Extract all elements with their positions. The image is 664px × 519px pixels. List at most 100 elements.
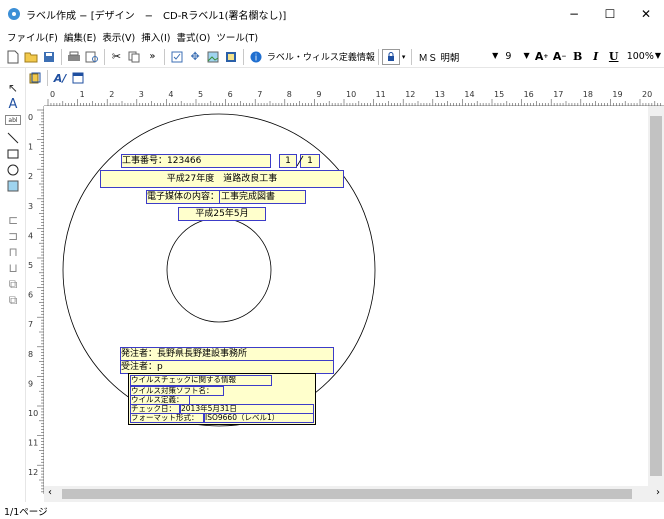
picture-icon[interactable] bbox=[222, 48, 240, 66]
secondary-toolbar: A/ bbox=[26, 68, 87, 88]
line-tool-icon[interactable] bbox=[5, 130, 21, 146]
minimize-button[interactable]: − bbox=[556, 0, 592, 28]
image-tool-icon[interactable] bbox=[5, 178, 21, 194]
ruler-label: 11 bbox=[28, 439, 38, 448]
contractor-field[interactable]: 受注者：p bbox=[120, 360, 334, 374]
ruler-label: 9 bbox=[316, 90, 321, 99]
vertical-scroll-thumb[interactable] bbox=[650, 116, 662, 476]
vertical-scrollbar[interactable] bbox=[648, 106, 664, 486]
align-right-icon[interactable]: ⊐ bbox=[5, 228, 21, 244]
close-button[interactable]: ✕ bbox=[628, 0, 664, 28]
ruler-label: 11 bbox=[376, 90, 386, 99]
orderer-field[interactable]: 発注者：長野県長野建設事務所 bbox=[120, 347, 334, 361]
menu-format[interactable]: 書式(O) bbox=[173, 30, 213, 44]
window-icon[interactable] bbox=[69, 69, 87, 87]
save-icon[interactable] bbox=[40, 48, 58, 66]
ruler-label: 2 bbox=[28, 172, 33, 181]
align-top-icon[interactable]: ⊓ bbox=[5, 244, 21, 260]
format-label-cell[interactable]: フォーマット形式： bbox=[130, 413, 204, 423]
status-bar: 1/1ページ bbox=[0, 502, 664, 519]
project-name-field[interactable]: 平成27年度 道路改良工事 bbox=[100, 170, 344, 188]
underline-button[interactable]: U bbox=[605, 48, 623, 66]
menu-file[interactable]: ファイル(F) bbox=[4, 30, 61, 44]
horizontal-scroll-thumb[interactable] bbox=[62, 489, 632, 499]
scroll-right-icon[interactable]: › bbox=[656, 487, 660, 498]
cut-icon[interactable]: ✂ bbox=[107, 48, 125, 66]
maximize-button[interactable]: ☐ bbox=[592, 0, 628, 28]
ruler-label: 13 bbox=[435, 90, 445, 99]
menu-view[interactable]: 表示(V) bbox=[99, 30, 138, 44]
ruler-label: 18 bbox=[583, 90, 593, 99]
image-icon[interactable] bbox=[204, 48, 222, 66]
italic-button[interactable]: I bbox=[587, 48, 605, 66]
toolbar-separator bbox=[410, 48, 412, 65]
new-file-icon[interactable] bbox=[4, 48, 22, 66]
page-indicator: 1/1ページ bbox=[4, 506, 48, 518]
align-left-icon[interactable]: ⊏ bbox=[5, 212, 21, 228]
font-name-value: ＭＳ 明朝 bbox=[418, 52, 460, 64]
info-icon[interactable]: i bbox=[247, 48, 265, 66]
ruler-label: 1 bbox=[28, 143, 33, 152]
orderer-label: 発注者： bbox=[121, 349, 158, 359]
send-back-icon[interactable]: ⧉ bbox=[5, 292, 21, 308]
media-value: 工事完成図書 bbox=[219, 191, 276, 203]
scroll-left-icon[interactable]: ‹ bbox=[48, 487, 52, 498]
lock-icon[interactable] bbox=[381, 48, 400, 65]
ruler-label: 16 bbox=[524, 90, 534, 99]
horizontal-scrollbar[interactable]: ‹ › bbox=[44, 486, 664, 502]
vertical-ruler-ticks: 012345678910111213 bbox=[28, 109, 44, 507]
toolbar-separator bbox=[61, 48, 62, 65]
align-bottom-icon[interactable]: ⊔ bbox=[5, 260, 21, 276]
font-name-select[interactable]: ＭＳ 明朝 ▼ bbox=[414, 48, 502, 65]
ruler-label: 2 bbox=[109, 90, 114, 99]
format-value-cell[interactable]: ISO9660（レベル1） bbox=[204, 413, 314, 423]
ruler-label: 12 bbox=[405, 90, 415, 99]
decrease-font-icon[interactable]: A − bbox=[551, 48, 569, 66]
move-icon[interactable]: ✥ bbox=[186, 48, 204, 66]
menu-insert[interactable]: 挿入(I) bbox=[138, 30, 173, 44]
font-size-value: 9 bbox=[505, 51, 512, 62]
media-content-field[interactable]: 電子媒体の内容： 工事完成図書 bbox=[146, 190, 306, 204]
ruler-label: 5 bbox=[28, 261, 33, 270]
open-folder-icon[interactable] bbox=[22, 48, 40, 66]
zoom-select[interactable]: 100% ▼ bbox=[622, 48, 664, 65]
contractor-label: 受注者： bbox=[121, 362, 158, 372]
chevron-down-icon[interactable]: ▾ bbox=[400, 48, 408, 66]
rectangle-tool-icon[interactable] bbox=[5, 146, 21, 162]
print-icon[interactable] bbox=[65, 48, 83, 66]
virus-header-cell[interactable]: ウイルスチェックに関する情報 bbox=[130, 375, 272, 386]
print-preview-icon[interactable] bbox=[83, 48, 101, 66]
ruler-label: 10 bbox=[28, 409, 38, 418]
toolbar-separator bbox=[377, 48, 379, 65]
design-canvas[interactable]: 工事番号：123466 1 1 平成27年度 道路改良工事 電子媒体の内容： 工事… bbox=[44, 106, 648, 486]
kouji-bango-value: 123466 bbox=[167, 156, 202, 166]
toolbar-separator bbox=[164, 48, 166, 65]
font-size-select[interactable]: 9 ▼ bbox=[501, 48, 533, 65]
text-style-icon[interactable]: A/ bbox=[51, 69, 69, 87]
menu-tools[interactable]: ツール(T) bbox=[213, 30, 261, 44]
ruler-label: 12 bbox=[28, 468, 38, 477]
kouji-bango-field[interactable]: 工事番号：123466 bbox=[121, 154, 271, 168]
bold-button[interactable]: B bbox=[569, 48, 587, 66]
layer-icon[interactable] bbox=[26, 69, 44, 87]
more-icon[interactable]: » bbox=[143, 48, 161, 66]
text-tool-icon[interactable]: A bbox=[5, 96, 21, 112]
window-title: ラベル作成 − [デザイン − CD-Rラベル1(署名欄なし)] bbox=[26, 10, 287, 22]
toolbar-separator bbox=[47, 70, 48, 86]
menu-bar: ファイル(F) 編集(E) 表示(V) 挿入(I) 書式(O) ツール(T) bbox=[0, 28, 664, 46]
copy-icon[interactable] bbox=[125, 48, 143, 66]
textbox-tool-icon[interactable]: abl bbox=[5, 115, 21, 125]
virus-info-label[interactable]: ラベル・ウィルス定義情報 bbox=[267, 50, 375, 63]
toolbar-separator bbox=[243, 48, 244, 65]
chevron-down-icon: ▼ bbox=[492, 50, 499, 60]
chevron-down-icon: ▼ bbox=[523, 50, 530, 60]
ruler-label: 1 bbox=[80, 90, 85, 99]
checkbox-icon[interactable] bbox=[168, 48, 186, 66]
increase-font-icon[interactable]: A + bbox=[533, 48, 551, 66]
bring-front-icon[interactable]: ⧉ bbox=[5, 276, 21, 292]
circle-tool-icon[interactable] bbox=[5, 162, 21, 178]
ruler-label: 3 bbox=[139, 90, 144, 99]
menu-edit[interactable]: 編集(E) bbox=[61, 30, 99, 44]
date-field[interactable]: 平成25年5月 bbox=[178, 207, 266, 221]
pointer-icon[interactable]: ↖ bbox=[5, 80, 21, 96]
